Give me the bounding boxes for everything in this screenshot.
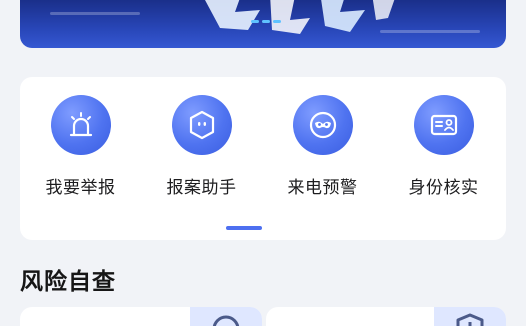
id-card-icon (413, 95, 474, 155)
service-label: 我要举报 (45, 178, 116, 198)
banner-artwork (205, 0, 395, 34)
risk-check-card[interactable] (20, 307, 262, 326)
robot-assistant-icon (171, 95, 232, 155)
service-label: 来电预警 (287, 178, 358, 198)
banner-streak (50, 12, 140, 15)
shield-icon (456, 313, 484, 326)
risk-thumb (434, 307, 506, 326)
risk-check-card[interactable] (266, 307, 506, 326)
promo-banner[interactable] (20, 0, 506, 48)
services-card: 我要举报 报案助手 来电预警 身份核实 (20, 77, 506, 240)
service-identity-check[interactable]: 身份核实 (383, 95, 504, 205)
banner-pagination (251, 20, 281, 23)
risk-thumb (190, 307, 262, 326)
service-call-warning[interactable]: 来电预警 (262, 95, 383, 205)
services-pagination-indicator (226, 226, 262, 230)
service-report[interactable]: 我要举报 (20, 95, 141, 205)
section-title: 风险自查 (20, 269, 116, 295)
alarm-light-icon (50, 95, 111, 155)
service-label: 报案助手 (166, 178, 237, 198)
app-page: 我要举报 报案助手 来电预警 身份核实 风险自查 (0, 0, 526, 326)
service-case-assistant[interactable]: 报案助手 (141, 95, 262, 205)
mask-warning-icon (292, 95, 353, 155)
service-label: 身份核实 (408, 178, 479, 198)
chat-bubble-icon (212, 315, 240, 326)
